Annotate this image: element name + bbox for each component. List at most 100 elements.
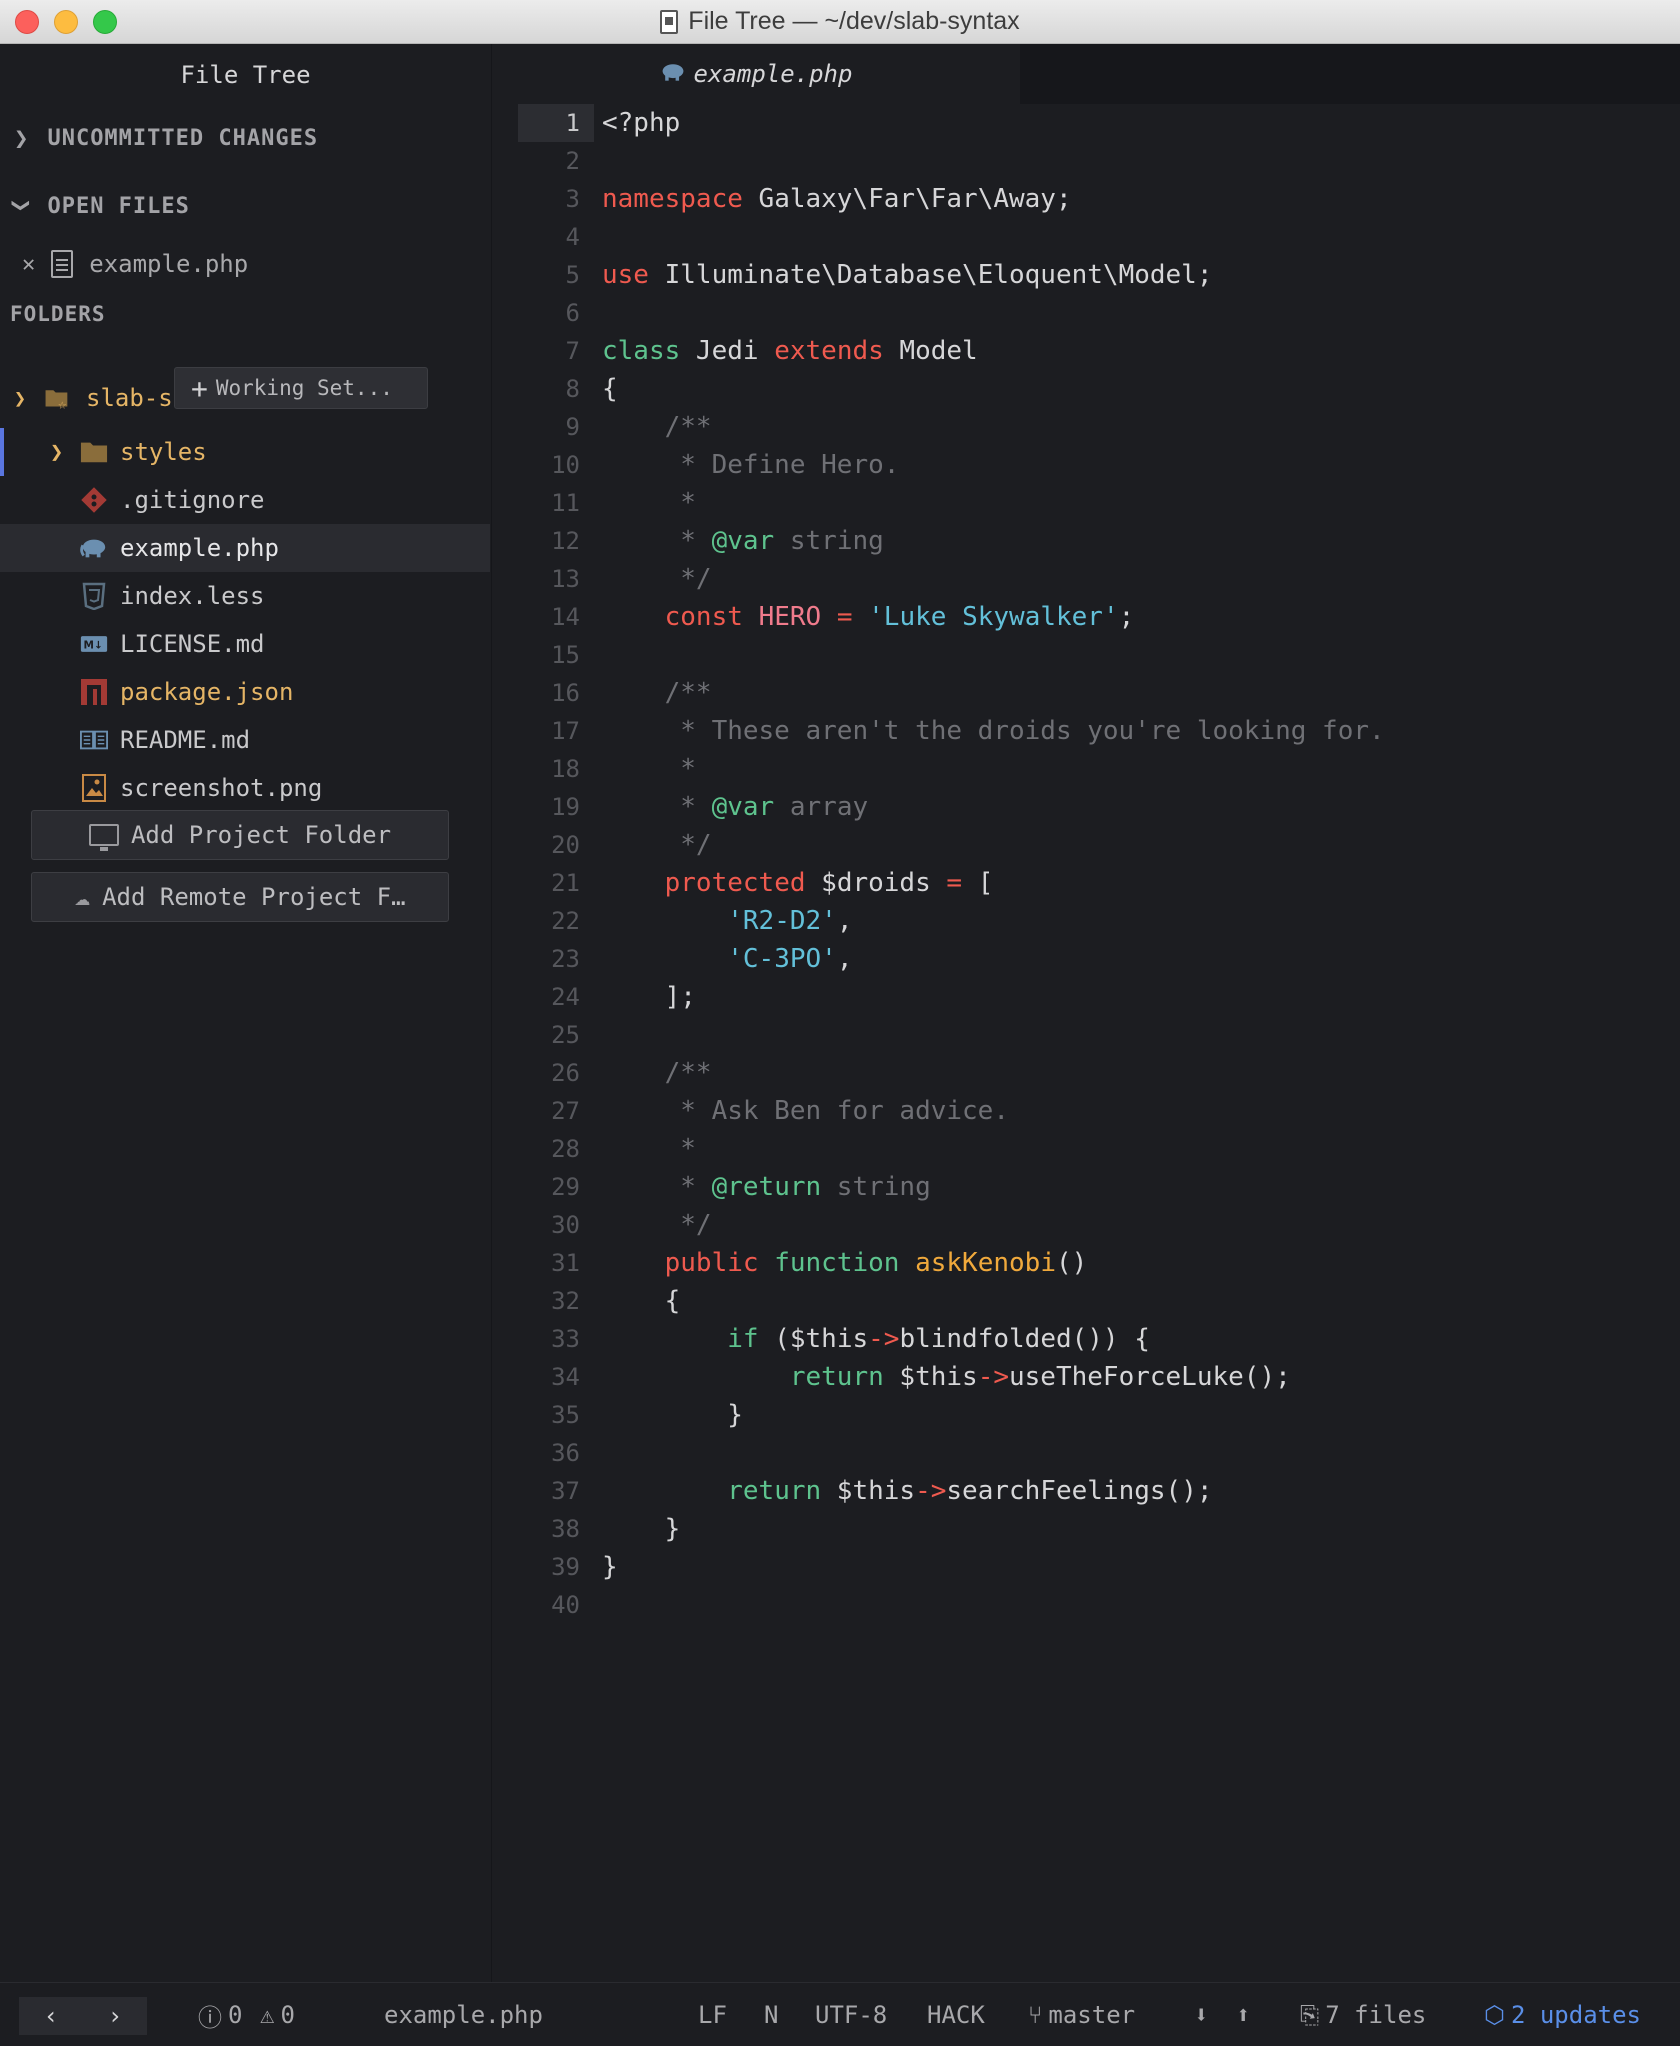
code-line[interactable]: protected $droids = [ bbox=[602, 864, 1385, 902]
code-line[interactable]: return $this->useTheForceLuke(); bbox=[602, 1358, 1385, 1396]
code-line[interactable]: * bbox=[602, 1130, 1385, 1168]
code-line[interactable]: /** bbox=[602, 674, 1385, 712]
code-line[interactable] bbox=[602, 142, 1385, 180]
code-line[interactable]: class Jedi extends Model bbox=[602, 332, 1385, 370]
code-line[interactable]: if ($this->blindfolded()) { bbox=[602, 1320, 1385, 1358]
code-line[interactable]: 'R2-D2', bbox=[602, 902, 1385, 940]
file-encoding[interactable]: UTF-8 bbox=[815, 1983, 887, 2046]
code-token: () bbox=[1055, 1248, 1088, 1278]
code-line[interactable]: return $this->searchFeelings(); bbox=[602, 1472, 1385, 1510]
code-line[interactable]: * Define Hero. bbox=[602, 446, 1385, 484]
line-number: 27 bbox=[551, 1097, 580, 1125]
grammar-selector[interactable]: HACK bbox=[927, 1983, 985, 2046]
code-token: $this bbox=[821, 1476, 916, 1506]
code-line[interactable] bbox=[602, 1434, 1385, 1472]
add-remote-project-button[interactable]: ☁ Add Remote Project F… bbox=[31, 872, 449, 922]
tree-item-license-md[interactable]: M↓ LICENSE.md bbox=[0, 620, 490, 668]
markdown-icon: M↓ bbox=[80, 630, 108, 658]
code-token: , bbox=[836, 906, 853, 936]
line-number: 21 bbox=[551, 869, 580, 897]
status-file-name[interactable]: example.php bbox=[384, 1983, 543, 2046]
line-number: 24 bbox=[551, 983, 580, 1011]
git-push[interactable]: ⬆ bbox=[1236, 1983, 1250, 2046]
tree-item-screenshot-png[interactable]: screenshot.png bbox=[0, 764, 490, 812]
code-line[interactable]: use Illuminate\Database\Eloquent\Model; bbox=[602, 256, 1385, 294]
code-line[interactable]: */ bbox=[602, 826, 1385, 864]
code-area[interactable]: <?php namespace Galaxy\Far\Far\Away; use I… bbox=[602, 104, 1385, 1624]
code-line[interactable]: * @var string bbox=[602, 522, 1385, 560]
close-file-icon[interactable]: ✕ bbox=[22, 252, 35, 277]
error-count[interactable]: ⓘ 0 bbox=[198, 1983, 242, 2046]
code-token: = bbox=[946, 868, 963, 898]
code-token: * bbox=[602, 1134, 696, 1164]
code-token: { bbox=[602, 374, 618, 404]
git-fetch-pull[interactable]: ⬇ bbox=[1194, 1983, 1208, 2046]
tree-item-package-json[interactable]: package.json bbox=[0, 668, 490, 716]
code-line[interactable]: /** bbox=[602, 1054, 1385, 1092]
open-files-section[interactable]: ❯ OPEN FILES bbox=[8, 192, 190, 220]
code-line[interactable]: const HERO = 'Luke Skywalker'; bbox=[602, 598, 1385, 636]
git-branch[interactable]: ⑂ master bbox=[1028, 1983, 1135, 2046]
tab-example-php[interactable]: example.php bbox=[492, 44, 1020, 104]
code-line[interactable]: } bbox=[602, 1396, 1385, 1434]
package-updates[interactable]: ⬡ 2 updates bbox=[1484, 1983, 1641, 2046]
nav-forward-button[interactable]: › bbox=[83, 1997, 147, 2035]
code-token: Galaxy\Far\Far\Away; bbox=[742, 184, 1072, 214]
code-line[interactable]: { bbox=[602, 1282, 1385, 1320]
code-token: 'R2-D2' bbox=[727, 906, 837, 936]
uncommitted-changes-section[interactable]: ❯ UNCOMMITTED CHANGES bbox=[14, 124, 318, 152]
tree-item-index-less[interactable]: index.less bbox=[0, 572, 490, 620]
css-icon bbox=[80, 582, 108, 610]
input-mode[interactable]: N bbox=[764, 1983, 778, 2046]
working-set-button[interactable]: + Working Set... bbox=[174, 367, 428, 409]
code-editor[interactable]: 1 2 3 4 5 6 7 8 9 10 11 12 13 14 15 16 17 18 19 20 21 22 23 24 2… bbox=[492, 104, 1680, 1982]
git-icon bbox=[80, 486, 108, 514]
code-line[interactable]: * bbox=[602, 750, 1385, 788]
code-line[interactable]: * Ask Ben for advice. bbox=[602, 1092, 1385, 1130]
code-line[interactable] bbox=[602, 1016, 1385, 1054]
nav-back-button[interactable]: ‹ bbox=[19, 1997, 83, 2035]
code-line[interactable]: /** bbox=[602, 408, 1385, 446]
code-token: */ bbox=[602, 830, 712, 860]
code-line[interactable] bbox=[602, 1586, 1385, 1624]
code-line[interactable]: <?php bbox=[602, 104, 1385, 142]
add-project-folder-button[interactable]: Add Project Folder bbox=[31, 810, 449, 860]
tree-item-styles[interactable]: ❯ styles bbox=[0, 428, 490, 476]
code-line[interactable]: * @return string bbox=[602, 1168, 1385, 1206]
code-line[interactable]: */ bbox=[602, 560, 1385, 598]
line-ending[interactable]: LF bbox=[698, 1983, 727, 2046]
code-token: $droids bbox=[805, 868, 947, 898]
code-line[interactable] bbox=[602, 294, 1385, 332]
code-token: @return bbox=[711, 1172, 822, 1202]
changed-files[interactable]: ⎘ 7 files bbox=[1300, 1983, 1426, 2046]
code-line[interactable]: } bbox=[602, 1548, 1385, 1586]
maximize-window-button[interactable] bbox=[93, 10, 117, 34]
code-line[interactable]: */ bbox=[602, 1206, 1385, 1244]
code-line[interactable]: public function askKenobi() bbox=[602, 1244, 1385, 1282]
minimize-window-button[interactable] bbox=[54, 10, 78, 34]
code-line[interactable]: * bbox=[602, 484, 1385, 522]
code-line[interactable]: } bbox=[602, 1510, 1385, 1548]
code-line[interactable]: 'C-3PO', bbox=[602, 940, 1385, 978]
warning-count[interactable]: ⚠ 0 bbox=[260, 1983, 295, 2046]
open-files-label: OPEN FILES bbox=[47, 193, 190, 219]
code-line[interactable] bbox=[602, 218, 1385, 256]
code-line[interactable]: { bbox=[602, 370, 1385, 408]
line-number: 39 bbox=[551, 1553, 580, 1581]
close-window-button[interactable] bbox=[15, 10, 39, 34]
open-file-item[interactable]: ✕ example.php bbox=[22, 250, 248, 278]
code-line[interactable]: * @var array bbox=[602, 788, 1385, 826]
tree-item-gitignore[interactable]: .gitignore bbox=[0, 476, 490, 524]
line-number: 12 bbox=[551, 527, 580, 555]
tree-item-readme-md[interactable]: README.md bbox=[0, 716, 490, 764]
code-line[interactable]: ]; bbox=[602, 978, 1385, 1016]
code-line[interactable]: namespace Galaxy\Far\Far\Away; bbox=[602, 180, 1385, 218]
code-line[interactable]: * These aren't the droids you're looking… bbox=[602, 712, 1384, 750]
tree-item-example-php[interactable]: example.php bbox=[0, 524, 490, 572]
code-line[interactable] bbox=[602, 636, 1385, 674]
